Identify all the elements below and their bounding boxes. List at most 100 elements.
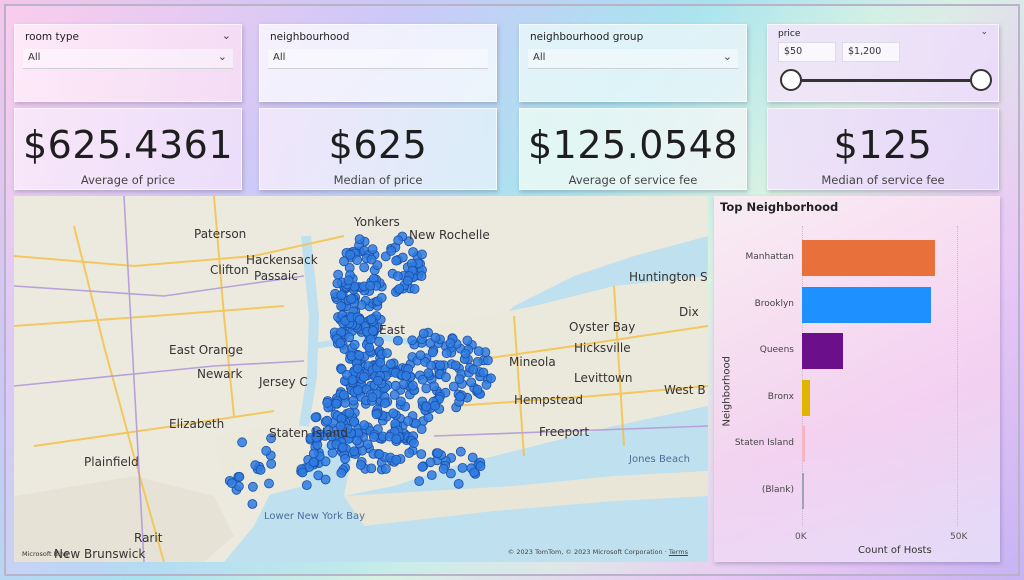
host-point[interactable] [348, 395, 359, 406]
host-point[interactable] [388, 408, 399, 419]
host-point[interactable] [416, 449, 427, 460]
host-point[interactable] [401, 370, 412, 381]
host-point[interactable] [455, 391, 465, 402]
host-point[interactable] [247, 481, 258, 492]
host-point[interactable] [402, 275, 413, 286]
host-point[interactable] [374, 336, 384, 347]
room-type-slicer[interactable]: room type ⌄ All ⌄ [14, 24, 242, 102]
host-point[interactable] [403, 416, 413, 426]
host-point[interactable] [322, 397, 333, 408]
host-point[interactable] [261, 445, 272, 456]
host-point[interactable] [469, 467, 480, 478]
host-point[interactable] [380, 463, 391, 474]
price-slider-max-handle[interactable] [970, 69, 992, 91]
host-point[interactable] [391, 454, 402, 465]
host-point[interactable] [416, 271, 427, 281]
host-point[interactable] [354, 234, 365, 244]
host-point[interactable] [482, 355, 493, 366]
host-point[interactable] [335, 338, 346, 348]
host-point[interactable] [391, 434, 402, 445]
host-point[interactable] [392, 271, 403, 282]
neighbourhood-group-dropdown[interactable]: All ⌄ [528, 49, 738, 69]
host-point[interactable] [368, 432, 379, 442]
host-point[interactable] [408, 247, 419, 257]
host-point[interactable] [359, 371, 369, 382]
price-slider-track[interactable] [790, 79, 978, 82]
host-point[interactable] [344, 407, 355, 418]
host-point[interactable] [352, 363, 363, 374]
host-point[interactable] [385, 359, 396, 370]
host-point[interactable] [427, 347, 438, 358]
host-point[interactable] [266, 458, 277, 469]
host-point[interactable] [417, 249, 427, 260]
host-point[interactable] [301, 480, 312, 491]
host-point[interactable] [367, 392, 378, 403]
host-point[interactable] [308, 448, 319, 459]
host-point[interactable] [237, 437, 248, 448]
host-point[interactable] [366, 314, 377, 325]
host-point[interactable] [371, 409, 382, 420]
host-point[interactable] [430, 332, 441, 343]
host-point[interactable] [349, 446, 360, 457]
host-point[interactable] [376, 292, 387, 303]
host-point[interactable] [337, 442, 348, 453]
top-neighborhood-chart[interactable]: Top Neighborhood Neighborhood Count of H… [714, 196, 1000, 562]
host-point[interactable] [440, 372, 451, 383]
host-point[interactable] [426, 470, 437, 481]
price-max-input[interactable]: $1,200 [842, 42, 900, 62]
host-point[interactable] [349, 339, 360, 350]
host-point[interactable] [247, 499, 258, 509]
host-point[interactable] [346, 294, 357, 304]
host-point[interactable] [344, 332, 355, 343]
chevron-down-icon[interactable]: ⌄ [218, 50, 227, 63]
price-min-input[interactable]: $50 [778, 42, 836, 62]
host-point[interactable] [438, 463, 449, 474]
host-point[interactable] [353, 385, 363, 396]
map-canvas[interactable]: Yonkers PatersonHackensack New Rochelle Cli… [14, 196, 708, 562]
price-slicer[interactable]: price ⌄ $50 $1,200 [767, 24, 999, 102]
host-point[interactable] [432, 448, 443, 459]
host-point[interactable] [472, 384, 483, 395]
host-point[interactable] [359, 262, 370, 273]
bar-blank[interactable] [802, 472, 804, 509]
host-point[interactable] [375, 357, 386, 368]
host-point[interactable] [336, 301, 347, 311]
host-point[interactable] [415, 350, 426, 361]
host-point[interactable] [454, 374, 465, 385]
host-point[interactable] [445, 338, 456, 349]
host-point[interactable] [462, 335, 473, 346]
bar-bronx[interactable] [802, 379, 811, 416]
host-point[interactable] [355, 459, 366, 470]
host-point[interactable] [374, 449, 385, 460]
host-point[interactable] [407, 380, 418, 391]
host-point[interactable] [453, 478, 464, 489]
neighbourhood-slicer[interactable]: neighbourhood All [259, 24, 497, 102]
host-point[interactable] [455, 446, 466, 457]
host-point[interactable] [365, 280, 376, 291]
chevron-down-icon[interactable]: ⌄ [222, 29, 231, 42]
host-point[interactable] [394, 284, 405, 294]
host-point[interactable] [393, 235, 404, 246]
host-point[interactable] [340, 453, 351, 464]
host-point[interactable] [331, 398, 342, 409]
host-point[interactable] [392, 335, 403, 346]
bar-queens[interactable] [802, 333, 843, 369]
host-point[interactable] [234, 471, 245, 482]
host-point[interactable] [408, 438, 419, 449]
host-point[interactable] [472, 356, 483, 367]
host-point[interactable] [366, 463, 377, 474]
host-point[interactable] [441, 348, 452, 359]
host-point[interactable] [450, 360, 461, 371]
bar-manhattan[interactable] [802, 240, 936, 276]
chevron-down-icon[interactable]: ⌄ [980, 27, 988, 37]
host-point[interactable] [421, 383, 432, 394]
host-point[interactable] [368, 325, 379, 336]
host-point[interactable] [366, 254, 377, 265]
host-location-map[interactable]: Yonkers Paterson Hackensack New Rochelle Cli… [14, 196, 708, 562]
host-point[interactable] [435, 360, 446, 371]
host-point[interactable] [255, 464, 266, 475]
host-point[interactable] [320, 474, 331, 485]
host-point[interactable] [264, 478, 274, 489]
host-point[interactable] [460, 348, 471, 359]
host-point[interactable] [466, 377, 477, 388]
